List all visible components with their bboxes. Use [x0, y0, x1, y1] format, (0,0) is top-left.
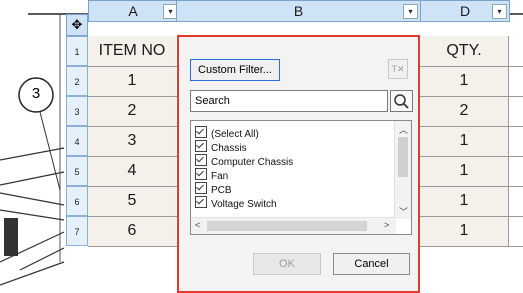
- cell-a-3[interactable]: 2: [88, 96, 176, 126]
- filter-dialog: Custom Filter... T✕ Search (Select All) …: [177, 35, 420, 293]
- cell-a-5[interactable]: 4: [88, 156, 176, 186]
- checkbox-checked-icon[interactable]: [195, 154, 207, 166]
- column-header-a[interactable]: A ▾: [88, 0, 178, 22]
- column-b-dropdown-icon[interactable]: ▾: [403, 4, 418, 19]
- column-header-b[interactable]: B ▾: [176, 0, 421, 22]
- column-header-b-label: B: [293, 3, 304, 19]
- row-number[interactable]: 6: [66, 186, 88, 216]
- table-move-handle-icon[interactable]: ✥: [66, 14, 88, 36]
- cell-d-3[interactable]: 2: [420, 96, 508, 126]
- cell-a-4[interactable]: 3: [88, 126, 176, 156]
- cell-d-6[interactable]: 1: [420, 186, 508, 216]
- row-number[interactable]: 3: [66, 96, 88, 126]
- list-item[interactable]: Chassis: [195, 140, 247, 154]
- cancel-button[interactable]: Cancel: [333, 253, 410, 275]
- row-number[interactable]: 7: [66, 216, 88, 246]
- search-input[interactable]: Search: [190, 90, 388, 112]
- row-number[interactable]: 4: [66, 126, 88, 156]
- horizontal-scroll-thumb[interactable]: [207, 221, 367, 231]
- vertical-scrollbar[interactable]: ︿ ﹀: [394, 121, 411, 219]
- list-item[interactable]: Voltage Switch: [195, 196, 277, 210]
- cell-d-2[interactable]: 1: [420, 66, 508, 96]
- checkbox-checked-icon[interactable]: [195, 126, 207, 138]
- column-header-d-label: D: [459, 3, 471, 19]
- list-item[interactable]: PCB: [195, 182, 232, 196]
- cell-a-2[interactable]: 1: [88, 66, 176, 96]
- column-header-a-label: A: [128, 3, 138, 19]
- cell-d-5[interactable]: 1: [420, 156, 508, 186]
- cell-d-1[interactable]: QTY.: [420, 36, 508, 66]
- row-number[interactable]: 2: [66, 66, 88, 96]
- scroll-down-icon[interactable]: ﹀: [399, 205, 408, 218]
- vertical-scroll-thumb[interactable]: [398, 137, 408, 177]
- row-number[interactable]: 5: [66, 156, 88, 186]
- column-header-d[interactable]: D ▾: [420, 0, 510, 22]
- horizontal-scrollbar[interactable]: < >: [191, 217, 396, 234]
- cell-a-6[interactable]: 5: [88, 186, 176, 216]
- cell-d-7[interactable]: 1: [420, 216, 508, 246]
- list-item[interactable]: (Select All): [195, 126, 259, 140]
- checkbox-checked-icon[interactable]: [195, 182, 207, 194]
- ok-button[interactable]: OK: [253, 253, 321, 275]
- list-item[interactable]: Fan: [195, 168, 228, 182]
- checkbox-checked-icon[interactable]: [195, 168, 207, 180]
- balloon-label: 3: [31, 85, 41, 102]
- scroll-left-icon[interactable]: <: [195, 220, 200, 230]
- column-d-dropdown-icon[interactable]: ▾: [492, 4, 507, 19]
- scroll-right-icon[interactable]: >: [384, 220, 389, 230]
- checkbox-checked-icon[interactable]: [195, 140, 207, 152]
- search-icon[interactable]: [390, 90, 413, 112]
- grid-line: [508, 36, 509, 246]
- row-number[interactable]: 1: [66, 36, 88, 66]
- custom-filter-button[interactable]: Custom Filter...: [190, 59, 280, 81]
- filter-values-list[interactable]: (Select All) Chassis Computer Chassis Fa…: [190, 120, 412, 235]
- scroll-up-icon[interactable]: ︿: [399, 123, 408, 136]
- cell-a-7[interactable]: 6: [88, 216, 176, 246]
- checkbox-checked-icon[interactable]: [195, 196, 207, 208]
- cell-a-1[interactable]: ITEM NO: [88, 36, 176, 66]
- clear-filter-icon[interactable]: T✕: [388, 59, 408, 79]
- cell-d-4[interactable]: 1: [420, 126, 508, 156]
- list-item[interactable]: Computer Chassis: [195, 154, 293, 168]
